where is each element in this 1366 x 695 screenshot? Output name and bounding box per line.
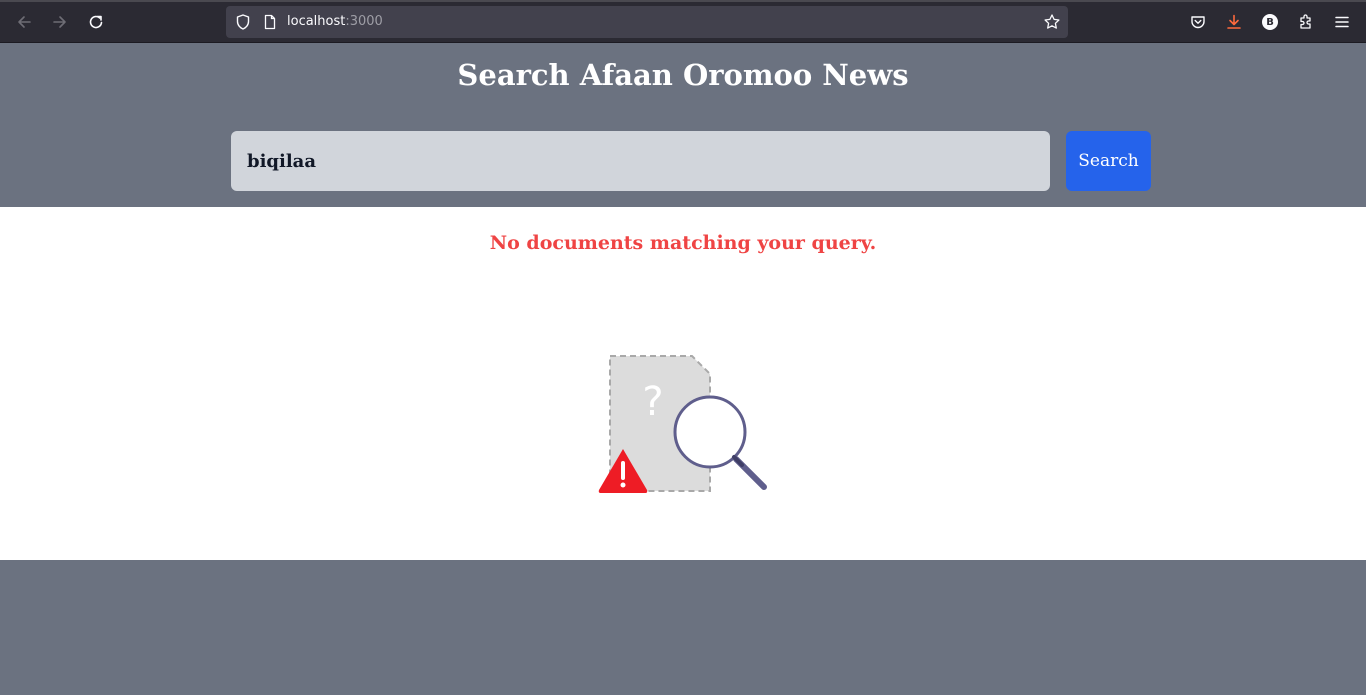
tab-strip-edge [0, 0, 1366, 2]
arrow-right-icon [53, 16, 66, 28]
downloads-button[interactable] [1224, 12, 1244, 32]
search-button[interactable]: Search [1066, 131, 1151, 191]
star-icon[interactable] [1043, 13, 1061, 31]
page-footer-area [0, 560, 1366, 695]
puzzle-icon [1300, 14, 1311, 29]
page-title: Search Afaan Oromoo News [457, 58, 909, 92]
pocket-icon [1191, 16, 1205, 29]
url-port: :3000 [345, 14, 383, 29]
reload-button[interactable] [84, 10, 108, 34]
arrow-left-icon [18, 16, 31, 28]
download-icon [1227, 14, 1241, 29]
question-mark-glyph: ? [642, 379, 663, 425]
url-text[interactable]: localhost:3000 [287, 14, 383, 29]
browser-toolbar: localhost:3000 B [0, 0, 1366, 43]
back-button[interactable] [12, 10, 36, 34]
address-bar[interactable]: localhost:3000 [226, 6, 1068, 38]
extensions-button[interactable] [1296, 12, 1316, 32]
reload-icon [89, 15, 103, 29]
no-results-illustration: ? [598, 355, 767, 493]
no-results-message: No documents matching your query. [489, 232, 877, 254]
shield-icon[interactable] [234, 13, 252, 31]
hamburger-menu-icon [1335, 16, 1349, 28]
search-input[interactable] [231, 131, 1050, 191]
pocket-button[interactable] [1188, 12, 1208, 32]
menu-button[interactable] [1332, 12, 1352, 32]
results-panel: No documents matching your query. ? [0, 207, 1366, 560]
url-host: localhost [287, 14, 346, 29]
account-button[interactable]: B [1260, 12, 1280, 32]
search-header: Search Afaan Oromoo News Search [0, 43, 1366, 207]
page-icon [264, 14, 276, 30]
profile-avatar: B [1262, 14, 1278, 30]
forward-button[interactable] [48, 10, 72, 34]
